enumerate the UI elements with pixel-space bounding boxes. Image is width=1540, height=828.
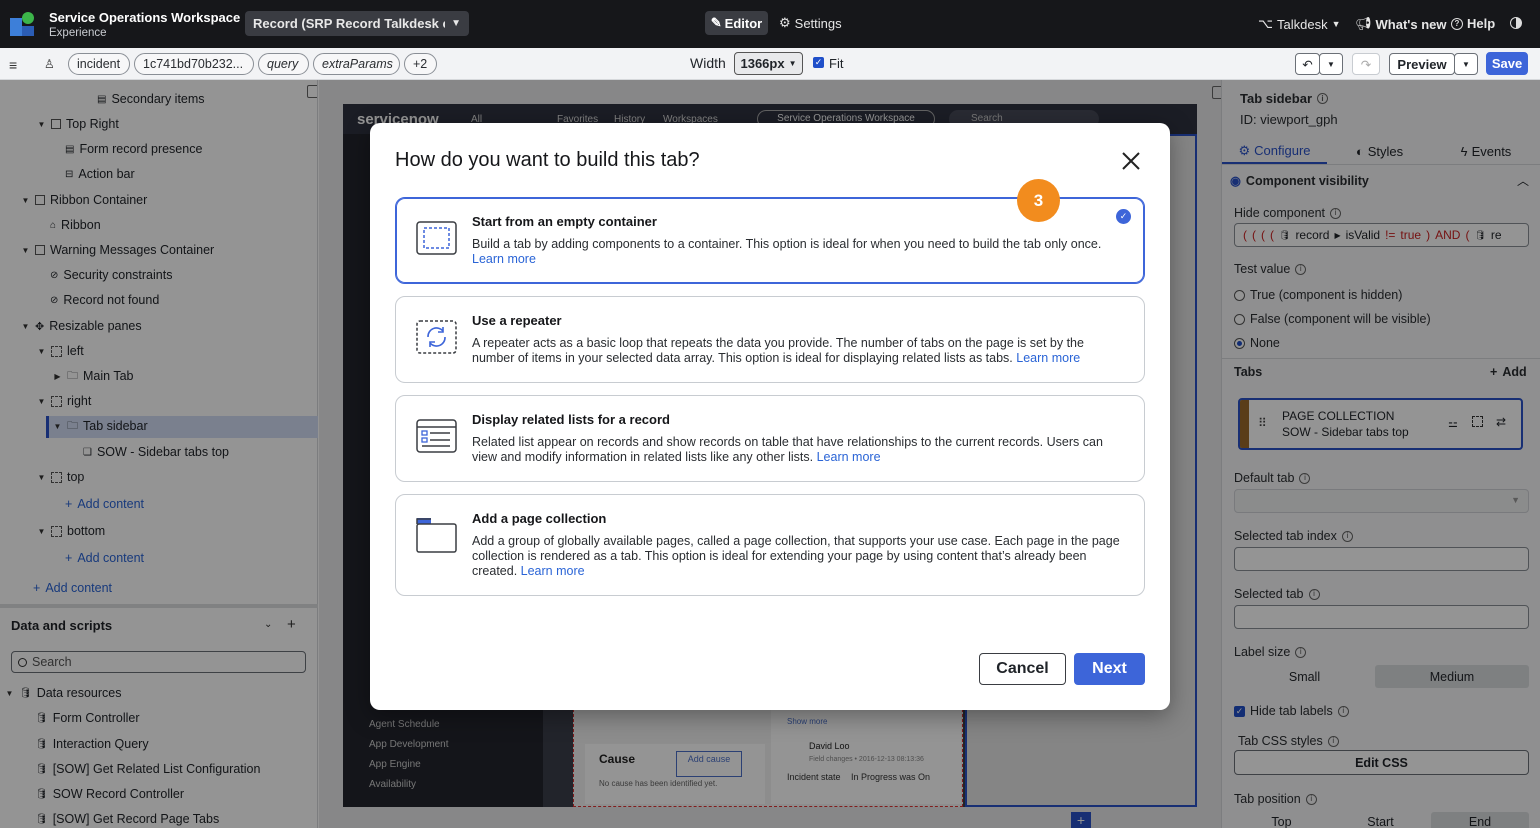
learn-more-link[interactable]: Learn more xyxy=(1016,351,1080,365)
preview-label: Preview xyxy=(1397,56,1447,72)
chevron-down-icon: ▼ xyxy=(1462,59,1470,69)
tab-settings[interactable]: ⚙ Settings xyxy=(779,15,842,31)
record-dropdown-label: Record (SRP Record Talkdesk c... xyxy=(253,16,446,31)
option-title: Display related lists for a record xyxy=(472,412,670,427)
option-repeater[interactable]: Use a repeater A repeater acts as a basi… xyxy=(395,296,1145,383)
empty-container-icon xyxy=(416,221,457,255)
learn-more-link[interactable]: Learn more xyxy=(472,252,536,266)
step-badge: 3 xyxy=(1017,179,1060,222)
theme-toggle-icon[interactable] xyxy=(1510,17,1522,29)
menu-icon[interactable]: ≡ xyxy=(9,57,17,73)
undo-history-button[interactable]: ▼ xyxy=(1319,53,1343,75)
option-description: Related list appear on records and show … xyxy=(472,435,1122,465)
chevron-down-icon: ▼ xyxy=(788,59,797,68)
option-page-collection[interactable]: Add a page collection Add a group of glo… xyxy=(395,494,1145,596)
tab-editor[interactable]: ✎ Editor xyxy=(705,11,768,35)
user-icon[interactable]: ♙ xyxy=(44,57,55,71)
app-title: Service Operations Workspace xyxy=(49,10,241,25)
cancel-label: Cancel xyxy=(996,660,1049,677)
option-description-text: A repeater acts as a basic loop that rep… xyxy=(472,336,1084,365)
help-icon: ? xyxy=(1451,17,1463,30)
modal-title: How do you want to build this tab? xyxy=(395,149,700,171)
option-description: Build a tab by adding components to a co… xyxy=(472,237,1122,267)
fit-checkbox[interactable]: ✓ xyxy=(813,57,824,68)
pencil-icon: ✎ xyxy=(710,15,722,30)
redo-icon: ↷ xyxy=(1360,57,1372,72)
top-header: Service Operations Workspace Experience … xyxy=(0,0,1540,48)
help-button[interactable]: ? Help xyxy=(1451,16,1495,31)
width-select[interactable]: 1366px ▼ xyxy=(734,52,803,75)
option-title: Use a repeater xyxy=(472,313,562,328)
save-button[interactable]: Save xyxy=(1486,52,1528,75)
learn-more-link[interactable]: Learn more xyxy=(521,564,585,578)
megaphone-icon: 📢︎ xyxy=(1355,16,1372,31)
build-tab-modal: How do you want to build this tab? Start… xyxy=(370,123,1170,710)
app-subtitle: Experience xyxy=(49,27,107,39)
learn-more-link[interactable]: Learn more xyxy=(817,450,881,464)
preview-button[interactable]: Preview xyxy=(1389,53,1455,75)
repeater-icon xyxy=(416,320,457,354)
save-label: Save xyxy=(1491,56,1523,71)
option-description-text: Related list appear on records and show … xyxy=(472,435,1103,464)
param-pill-incident[interactable]: incident xyxy=(68,53,130,75)
page-collection-icon xyxy=(416,517,457,553)
talkdesk-menu-label: Talkdesk xyxy=(1276,16,1328,32)
settings-tab-label: Settings xyxy=(794,15,842,31)
close-icon[interactable] xyxy=(1121,151,1141,171)
param-pill-sysid[interactable]: 1c741bd70b232... xyxy=(134,53,254,75)
chevron-down-icon: ▼ xyxy=(1331,19,1341,29)
option-title: Start from an empty container xyxy=(472,214,657,229)
app-logo xyxy=(10,10,38,38)
check-circle-icon: ✓ xyxy=(1116,209,1131,224)
next-label: Next xyxy=(1092,660,1127,677)
undo-button[interactable]: ↶ xyxy=(1295,53,1320,75)
chevron-down-icon: ▼ xyxy=(1327,59,1335,69)
editor-tab-label: Editor xyxy=(724,15,763,31)
param-pill-extraparams[interactable]: extraParams xyxy=(313,53,400,75)
help-label: Help xyxy=(1467,16,1496,31)
cancel-button[interactable]: Cancel xyxy=(979,653,1066,685)
preview-options-button[interactable]: ▼ xyxy=(1454,53,1478,75)
option-description-text: Build a tab by adding components to a co… xyxy=(472,237,1102,251)
option-related-lists[interactable]: Display related lists for a record Relat… xyxy=(395,395,1145,482)
chevron-down-icon: ▼ xyxy=(451,18,461,29)
undo-icon: ↶ xyxy=(1302,57,1313,72)
instance-icon: ⌥ xyxy=(1258,16,1273,31)
related-list-icon xyxy=(416,419,457,453)
width-label: Width xyxy=(690,55,726,71)
fit-label: Fit xyxy=(829,56,844,71)
param-pill-query[interactable]: query xyxy=(258,53,309,75)
talkdesk-menu[interactable]: ⌥ Talkdesk ▼ xyxy=(1258,16,1340,32)
width-select-value: 1366px xyxy=(740,56,785,71)
gear-icon: ⚙ xyxy=(779,15,791,30)
record-dropdown[interactable]: Record (SRP Record Talkdesk c... ▼ xyxy=(245,11,469,36)
option-description: A repeater acts as a basic loop that rep… xyxy=(472,336,1122,366)
whats-new-button[interactable]: 📢︎ What's new xyxy=(1355,16,1447,32)
option-description: Add a group of globally available pages,… xyxy=(472,534,1122,579)
whats-new-label: What's new xyxy=(1375,16,1447,32)
redo-button[interactable]: ↷ xyxy=(1352,53,1380,75)
param-pill-more[interactable]: +2 xyxy=(404,53,437,75)
option-title: Add a page collection xyxy=(472,511,607,526)
next-button[interactable]: Next xyxy=(1074,653,1145,685)
